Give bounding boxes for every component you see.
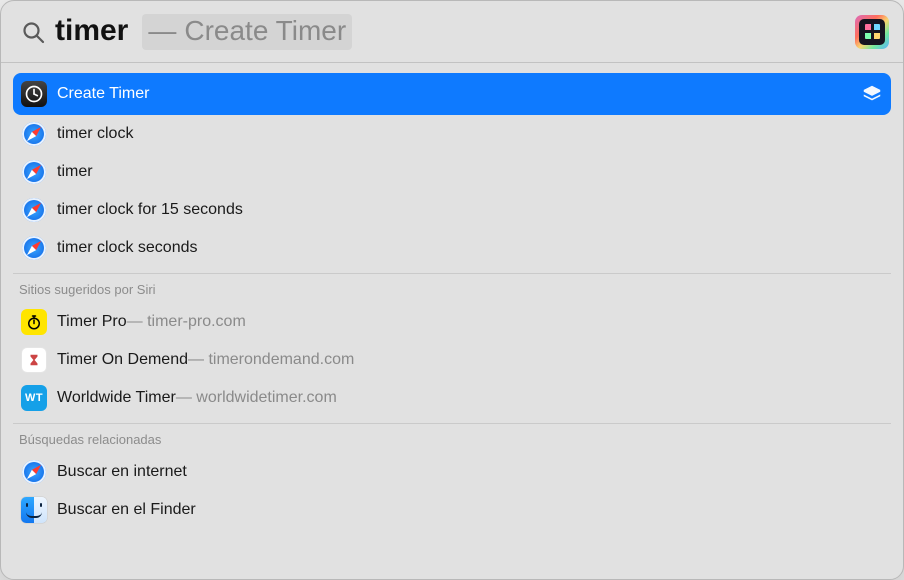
result-row[interactable]: Timer Pro — timer-pro.com bbox=[13, 303, 891, 341]
search-icon bbox=[19, 18, 47, 46]
result-label: Buscar en el Finder bbox=[57, 501, 196, 519]
result-row[interactable]: Buscar en internet bbox=[13, 453, 891, 491]
result-row[interactable]: timer clock for 15 seconds bbox=[13, 191, 891, 229]
shortcuts-app-icon bbox=[855, 15, 889, 49]
result-label: Create Timer bbox=[57, 85, 149, 103]
result-label: timer clock for 15 seconds bbox=[57, 201, 243, 219]
result-row[interactable]: timer clock bbox=[13, 115, 891, 153]
result-label: Timer Pro bbox=[57, 313, 127, 331]
safari-icon bbox=[21, 459, 47, 485]
completion-text: Create Timer bbox=[184, 15, 346, 47]
result-row[interactable]: Create Timer bbox=[13, 73, 891, 115]
safari-icon bbox=[21, 159, 47, 185]
section-header: Búsquedas relacionadas bbox=[13, 423, 891, 453]
stopwatch-icon bbox=[21, 309, 47, 335]
results-list: Create Timer timer clock timer timer clock … bbox=[1, 63, 903, 579]
hourglass-icon bbox=[21, 347, 47, 373]
result-row[interactable]: Timer On Demend — timerondemand.com bbox=[13, 341, 891, 379]
result-label: Buscar en internet bbox=[57, 463, 187, 481]
layers-icon bbox=[861, 83, 883, 105]
search-bar: timer — Create Timer bbox=[1, 1, 903, 63]
result-label: timer clock bbox=[57, 125, 133, 143]
clock-app-icon bbox=[21, 81, 47, 107]
completion-dash: — bbox=[148, 15, 176, 47]
search-completion: — Create Timer bbox=[142, 14, 352, 50]
safari-icon bbox=[21, 235, 47, 261]
result-row[interactable]: WT Worldwide Timer — worldwidetimer.com bbox=[13, 379, 891, 417]
spotlight-window: timer — Create Timer Create Timer timer c… bbox=[0, 0, 904, 580]
result-label: timer bbox=[57, 163, 93, 181]
result-sublabel: — timer-pro.com bbox=[127, 313, 246, 331]
result-row[interactable]: timer clock seconds bbox=[13, 229, 891, 267]
result-row[interactable]: timer bbox=[13, 153, 891, 191]
safari-icon bbox=[21, 197, 47, 223]
result-sublabel: — worldwidetimer.com bbox=[176, 389, 337, 407]
result-row[interactable]: Buscar en el Finder bbox=[13, 491, 891, 529]
result-label: Worldwide Timer bbox=[57, 389, 176, 407]
result-label: timer clock seconds bbox=[57, 239, 198, 257]
wt-icon: WT bbox=[21, 385, 47, 411]
safari-icon bbox=[21, 121, 47, 147]
search-input[interactable]: timer — Create Timer bbox=[55, 14, 845, 50]
finder-icon bbox=[21, 497, 47, 523]
search-query-text: timer bbox=[55, 14, 128, 48]
section-header: Sitios sugeridos por Siri bbox=[13, 273, 891, 303]
result-label: Timer On Demend bbox=[57, 351, 188, 369]
result-sublabel: — timerondemand.com bbox=[188, 351, 354, 369]
